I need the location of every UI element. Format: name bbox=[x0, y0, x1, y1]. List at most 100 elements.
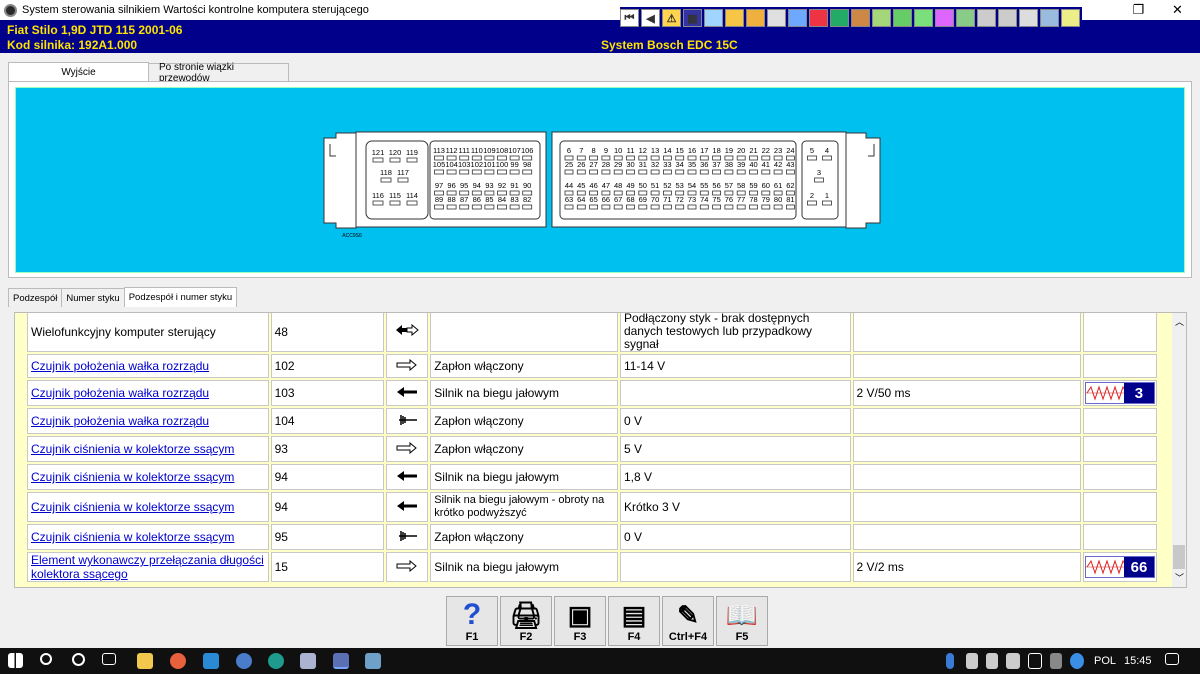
battery-icon[interactable] bbox=[1006, 653, 1020, 669]
prev-icon[interactable]: ◀ bbox=[641, 9, 660, 27]
component-cell[interactable]: Czujnik ciśnienia w kolektorze ssącym bbox=[27, 524, 269, 550]
pin bbox=[749, 169, 758, 175]
search-icon[interactable] bbox=[40, 653, 52, 665]
app-icon-4[interactable] bbox=[236, 653, 252, 669]
warning2-icon[interactable] bbox=[1019, 9, 1038, 27]
firefox-icon[interactable] bbox=[170, 653, 186, 669]
notifications-icon[interactable] bbox=[1165, 653, 1179, 665]
calc-icon[interactable] bbox=[1040, 9, 1059, 27]
fkey-f1-button[interactable]: ? F1 bbox=[446, 596, 498, 646]
tab-harness-side[interactable]: Po stronie wiązki przewodów bbox=[148, 62, 289, 84]
app-icon-3[interactable] bbox=[203, 653, 219, 669]
graph-icon[interactable] bbox=[935, 9, 954, 27]
scroll-up-icon[interactable]: ︿ bbox=[1175, 315, 1184, 328]
tray-icon-2[interactable] bbox=[986, 653, 998, 669]
scrollbar-thumb[interactable] bbox=[1173, 545, 1185, 569]
fkey-f4-button[interactable]: ▤ F4 bbox=[608, 596, 660, 646]
pin bbox=[564, 169, 574, 175]
component-cell[interactable]: Czujnik położenia wałka rozrządu bbox=[27, 380, 269, 406]
oscillogram-cell bbox=[1082, 524, 1157, 550]
component-cell[interactable]: Czujnik ciśnienia w kolektorze ssącym bbox=[27, 436, 269, 462]
fkey-ctrl-f4-button[interactable]: ✎ Ctrl+F4 bbox=[662, 596, 714, 646]
notepad-icon[interactable] bbox=[300, 653, 316, 669]
task-view-icon[interactable] bbox=[102, 653, 116, 665]
check-icon[interactable] bbox=[872, 9, 891, 27]
value-cell: 1,8 V bbox=[619, 464, 851, 490]
app-icon-8[interactable] bbox=[365, 653, 381, 669]
bluetooth-icon[interactable] bbox=[946, 653, 954, 669]
component-cell[interactable]: Czujnik położenia wałka rozrządu bbox=[27, 408, 269, 434]
note-icon[interactable] bbox=[1061, 9, 1080, 27]
file-explorer-icon[interactable] bbox=[137, 653, 153, 669]
edge-icon[interactable] bbox=[268, 653, 284, 669]
ecu2-icon[interactable] bbox=[956, 9, 975, 27]
pin bbox=[372, 157, 384, 163]
component-cell[interactable]: Element wykonawczy przełączania długości… bbox=[27, 552, 269, 582]
user-icon[interactable] bbox=[893, 9, 912, 27]
condition-cell: Zapłon włączony bbox=[430, 436, 618, 462]
component-link[interactable]: Element wykonawczy przełączania długości… bbox=[31, 553, 264, 581]
component-link[interactable]: Czujnik położenia wałka rozrządu bbox=[31, 414, 209, 428]
pin-label: 54 bbox=[688, 181, 696, 190]
cortana-icon[interactable] bbox=[72, 653, 85, 666]
component-link[interactable]: Czujnik ciśnienia w kolektorze ssącym bbox=[31, 500, 234, 514]
oscillogram-button[interactable]: 66 bbox=[1084, 556, 1155, 578]
fkey-f5-button[interactable]: 📖 F5 bbox=[716, 596, 768, 646]
pin-number-cell: 103 bbox=[270, 380, 385, 406]
volume-icon[interactable] bbox=[1028, 653, 1042, 669]
clock[interactable]: 15:45 bbox=[1124, 655, 1152, 667]
tab-component-and-pin[interactable]: Podzespół i numer styku bbox=[123, 287, 238, 307]
doc-icon[interactable] bbox=[830, 9, 849, 27]
pin-label: 115 bbox=[389, 191, 401, 200]
network-icon[interactable] bbox=[1070, 653, 1084, 669]
pin bbox=[484, 204, 495, 210]
component-link[interactable]: Czujnik położenia wałka rozrządu bbox=[31, 359, 209, 373]
component-link[interactable]: Czujnik położenia wałka rozrządu bbox=[31, 386, 209, 400]
start-icon[interactable] bbox=[8, 653, 23, 668]
tools-icon[interactable] bbox=[746, 9, 765, 27]
person-icon[interactable] bbox=[851, 9, 870, 27]
component-cell[interactable]: Czujnik położenia wałka rozrządu bbox=[27, 354, 269, 378]
arrow-left-icon bbox=[396, 500, 418, 515]
ecu-icon[interactable]: ▦ bbox=[683, 9, 702, 27]
language-indicator[interactable]: POL bbox=[1094, 655, 1116, 667]
oscillogram-cell[interactable]: 3 bbox=[1082, 380, 1157, 406]
first-icon[interactable]: ⏮ bbox=[620, 9, 639, 27]
component-cell[interactable]: Czujnik ciśnienia w kolektorze ssącym bbox=[27, 464, 269, 490]
autodata-icon[interactable] bbox=[333, 653, 349, 669]
component-link[interactable]: Czujnik ciśnienia w kolektorze ssącym bbox=[31, 442, 234, 456]
gear-icon[interactable] bbox=[725, 9, 744, 27]
fkey-f2-button[interactable]: 🖨 F2 bbox=[500, 596, 552, 646]
component-link[interactable]: Czujnik ciśnienia w kolektorze ssącym bbox=[31, 470, 234, 484]
car-icon[interactable] bbox=[809, 9, 828, 27]
screen-icon[interactable] bbox=[914, 9, 933, 27]
component-link[interactable]: Czujnik ciśnienia w kolektorze ssącym bbox=[31, 530, 234, 544]
tray-icon-1[interactable] bbox=[966, 653, 978, 669]
pin-label: 29 bbox=[614, 160, 622, 169]
scroll-down-icon[interactable]: ﹀ bbox=[1175, 571, 1184, 584]
tab-component[interactable]: Podzespół bbox=[8, 288, 63, 307]
oscillogram-button[interactable]: 3 bbox=[1084, 382, 1155, 404]
measure-icon[interactable] bbox=[704, 9, 723, 27]
pin-number-cell: 48 bbox=[270, 313, 385, 352]
close-button[interactable]: ✕ bbox=[1155, 0, 1200, 20]
oscillogram-cell[interactable]: 66 bbox=[1082, 552, 1157, 582]
arrow-right-icon bbox=[396, 559, 418, 575]
pin-number-cell: 95 bbox=[270, 524, 385, 550]
wifi-icon[interactable] bbox=[1050, 653, 1062, 669]
clock-icon[interactable] bbox=[767, 9, 786, 27]
settings-icon[interactable] bbox=[998, 9, 1017, 27]
arrow-left-icon bbox=[396, 386, 418, 401]
inject-icon[interactable] bbox=[977, 9, 996, 27]
value-cell: 11-14 V bbox=[619, 354, 851, 378]
warning-icon[interactable]: ⚠ bbox=[662, 9, 681, 27]
component-cell[interactable]: Czujnik ciśnienia w kolektorze ssącym bbox=[27, 492, 269, 522]
pin-label: 40 bbox=[749, 160, 757, 169]
vertical-scrollbar[interactable]: ︿ ﹀ bbox=[1172, 313, 1186, 587]
tab-pin-number[interactable]: Numer styku bbox=[61, 288, 125, 307]
fkey-f3-button[interactable]: ▣ F3 bbox=[554, 596, 606, 646]
chart-icon[interactable] bbox=[788, 9, 807, 27]
oscillogram-cell bbox=[1082, 464, 1157, 490]
pin-label: 13 bbox=[651, 146, 659, 155]
tab-output[interactable]: Wyjście bbox=[8, 62, 149, 82]
